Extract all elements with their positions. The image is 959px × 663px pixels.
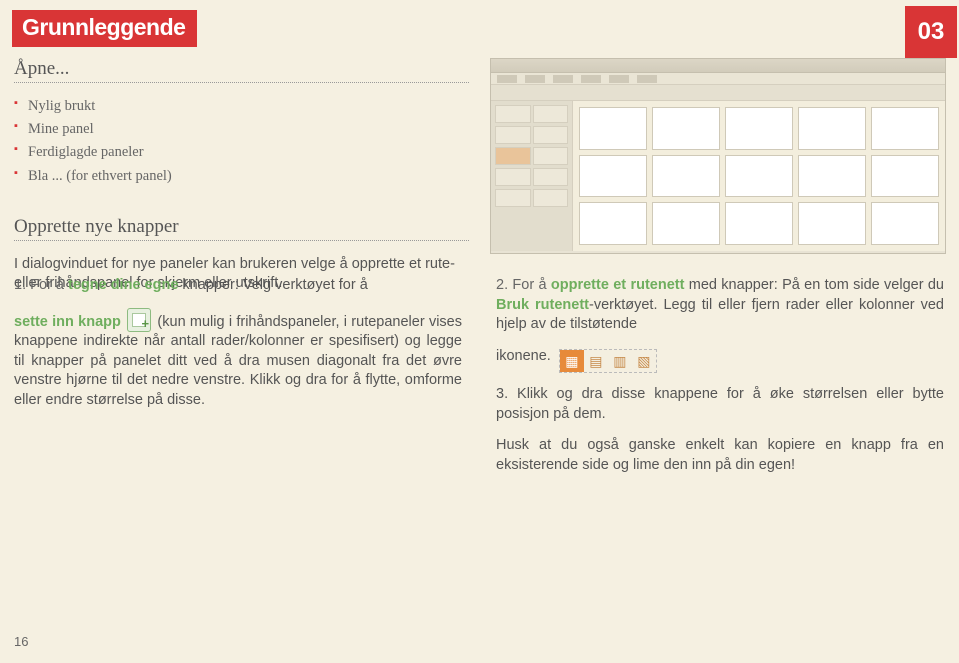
list-item: Mine panel: [14, 118, 469, 141]
open-menu-list: Nylig brukt Mine panel Ferdiglagde panel…: [14, 95, 469, 188]
list-item: Ferdiglagde paneler: [14, 141, 469, 164]
tip-paragraph: Husk at du også ganske enkelt kan kopier…: [496, 436, 944, 475]
app-screenshot: [490, 58, 946, 254]
left-column: 1. For å tegne dine egne knapper: Velg v…: [14, 276, 462, 487]
grid-icon: ▦: [560, 350, 584, 372]
grid-tool-icons: ▦ ▤ ▥ ▧: [559, 349, 657, 373]
chapter-tab: Grunnleggende: [12, 10, 197, 47]
open-title: Åpne...: [14, 58, 469, 83]
step-1-para-1: 1. For å tegne dine egne knapper: Velg v…: [14, 276, 462, 296]
right-column: 2. For å opprette et rutenett med knappe…: [496, 276, 944, 487]
list-item: Nylig brukt: [14, 95, 469, 118]
step-2-para-2: ikonene. ▦ ▤ ▥ ▧: [496, 347, 944, 373]
remove-row-icon: ▥: [608, 350, 632, 372]
list-item: Bla ... (for ethvert panel): [14, 165, 469, 188]
add-col-icon: ▧: [632, 350, 656, 372]
create-title: Opprette nye knapper: [14, 216, 469, 241]
step-1-para-2: sette inn knapp (kun mulig i frihåndspan…: [14, 308, 462, 411]
step-2-para-1: 2. For å opprette et rutenett med knappe…: [496, 276, 944, 335]
insert-button-icon: [127, 308, 151, 332]
add-row-icon: ▤: [584, 350, 608, 372]
page-badge: 03: [905, 6, 957, 58]
step-3: 3. Klikk og dra disse knappene for å øke…: [496, 385, 944, 424]
page-number: 16: [14, 634, 28, 649]
